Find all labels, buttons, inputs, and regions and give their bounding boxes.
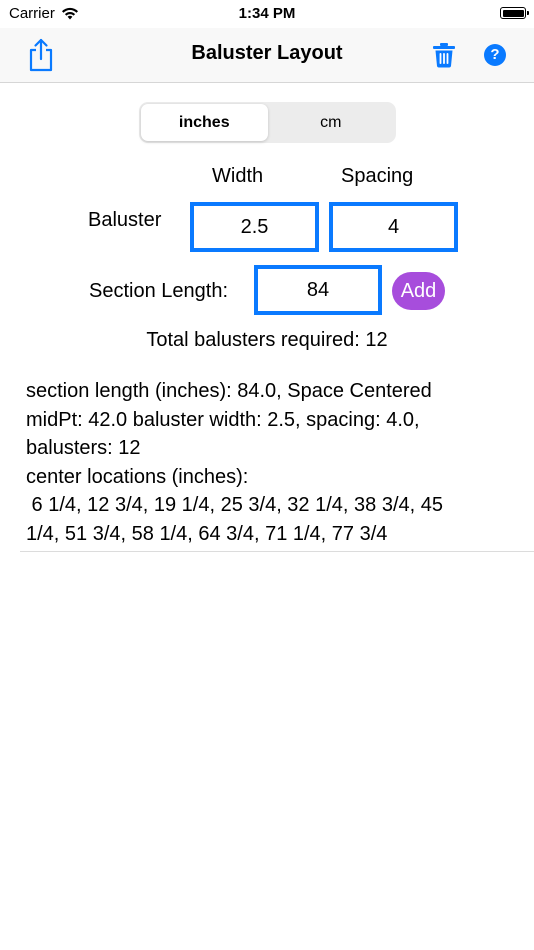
results-line: 6 1/4, 12 3/4, 19 1/4, 25 3/4, 32 1/4, 3… bbox=[26, 494, 443, 516]
results-text: section length (inches): 84.0, Space Cen… bbox=[26, 377, 516, 548]
results-line: 1/4, 51 3/4, 58 1/4, 64 3/4, 71 1/4, 77 … bbox=[26, 522, 388, 545]
help-button[interactable]: ? bbox=[484, 44, 506, 66]
baluster-width-input[interactable] bbox=[190, 202, 319, 252]
add-button[interactable]: Add bbox=[392, 272, 445, 310]
status-bar: Carrier 1:34 PM bbox=[0, 0, 534, 28]
results-line: balusters: 12 bbox=[26, 437, 141, 459]
help-icon: ? bbox=[490, 46, 500, 63]
battery-level-fill bbox=[502, 9, 524, 17]
status-time: 1:34 PM bbox=[238, 5, 296, 22]
results-line: midPt: 42.0 baluster width: 2.5, spacing… bbox=[26, 408, 420, 431]
total-balusters-text: Total balusters required: 12 bbox=[146, 329, 388, 351]
units-segmented-control: inches cm bbox=[139, 102, 396, 143]
delete-button[interactable] bbox=[432, 42, 456, 68]
units-segment-inches[interactable]: inches bbox=[141, 104, 268, 141]
results-divider bbox=[20, 551, 534, 552]
width-label: Width bbox=[212, 165, 264, 187]
baluster-spacing-input[interactable] bbox=[329, 202, 458, 252]
units-segment-cm[interactable]: cm bbox=[268, 104, 395, 141]
results-line: section length (inches): 84.0, Space Cen… bbox=[26, 380, 432, 402]
baluster-label: Baluster bbox=[88, 209, 162, 231]
screen: Carrier 1:34 PM Baluster Layout ? inches… bbox=[0, 0, 534, 950]
section-length-label: Section Length: bbox=[89, 280, 228, 302]
section-length-input[interactable] bbox=[254, 265, 382, 315]
trash-icon bbox=[433, 43, 455, 68]
battery-icon bbox=[500, 7, 529, 19]
results-line: center locations (inches): bbox=[26, 465, 249, 488]
spacing-label: Spacing bbox=[341, 165, 414, 187]
navigation-bar: Baluster Layout ? bbox=[0, 28, 534, 83]
